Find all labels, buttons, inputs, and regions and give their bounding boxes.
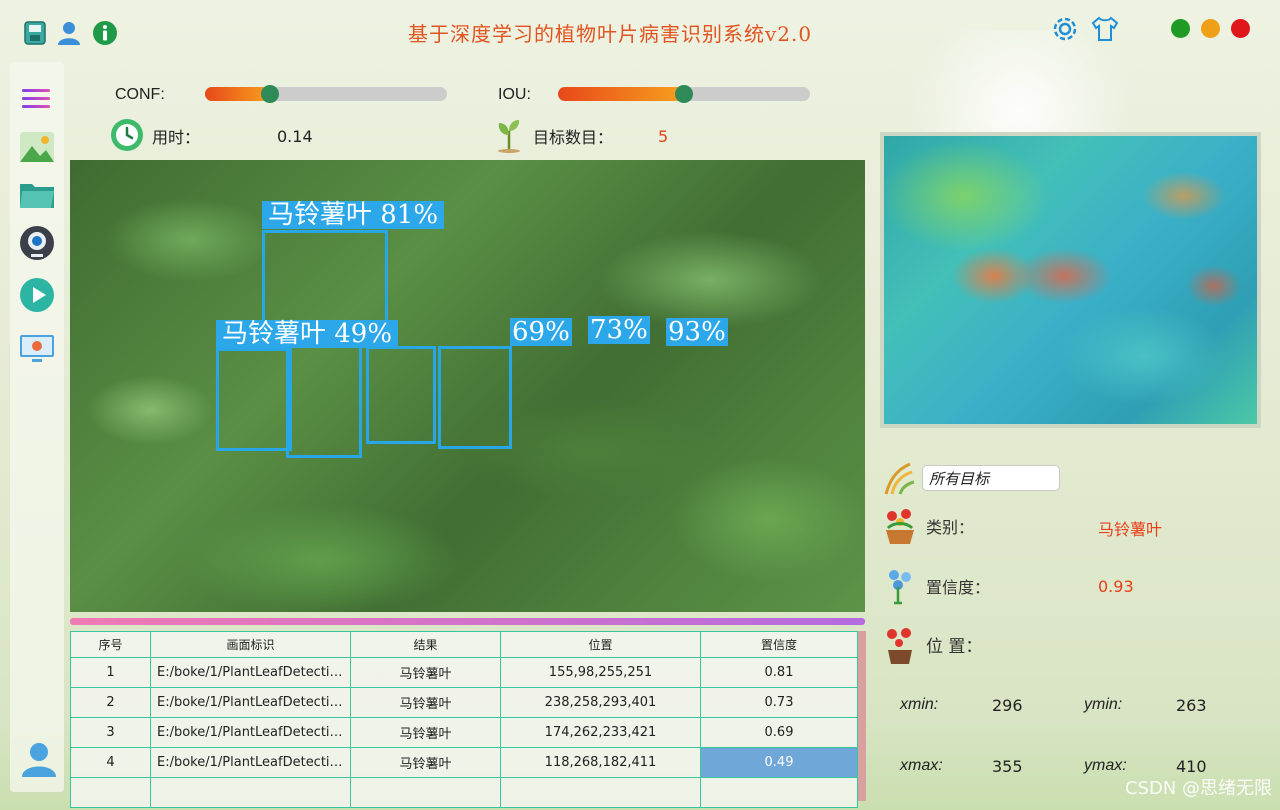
table-cell[interactable]: E:/boke/1/PlantLeafDetectio... [150,657,351,688]
folder-icon[interactable] [18,176,56,214]
table-row[interactable] [70,777,858,808]
settings-icon[interactable] [1050,14,1080,44]
table-cell[interactable]: E:/boke/1/PlantLeafDetectio... [150,717,351,748]
table-cell-selected[interactable]: 0.49 [700,747,858,778]
iou-slider[interactable] [558,85,810,103]
user-icon[interactable] [56,20,82,46]
xmax-label: xmax: [900,757,943,774]
user-avatar-icon[interactable] [20,740,58,778]
time-label: 用时： [152,130,201,147]
column-header[interactable]: 画面标识 [150,631,351,658]
table-cell[interactable]: E:/boke/1/PlantLeafDetectio... [150,747,351,778]
target-select[interactable]: 所有目标 [922,465,1060,491]
table-cell[interactable]: 1 [70,657,151,688]
conf-slider[interactable] [205,85,447,103]
table-cell[interactable]: E:/boke/1/PlantLeafDetectio... [150,687,351,718]
table-cell[interactable] [150,777,351,808]
count-label: 目标数目： [533,130,614,147]
detection-box [438,346,512,449]
ymin-label: ymin: [1084,696,1123,713]
time-value: 0.14 [277,127,313,146]
confidence-value: 0.93 [1098,577,1134,596]
flowerpot-icon [886,509,914,544]
camera-icon[interactable] [18,224,56,262]
table-cell[interactable]: 174,262,233,421 [500,717,701,748]
detection-label: 73% [588,315,650,345]
table-cell[interactable]: 155,98,255,251 [500,657,701,688]
xmin-value: 296 [992,696,1023,715]
menu-icon[interactable] [18,80,54,118]
clock-icon [111,119,143,151]
sidebar [10,62,64,792]
divider-bar [70,618,865,625]
table-cell[interactable]: 0.69 [700,717,858,748]
table-cell[interactable]: 马铃薯叶 [350,747,501,778]
table-cell[interactable] [70,777,151,808]
detection-label: 马铃薯叶 49% [216,320,399,348]
detection-box [366,346,436,444]
table-scrollbar[interactable] [857,631,866,801]
model-icon[interactable] [18,330,56,368]
table-row[interactable]: 3 E:/boke/1/PlantLeafDetectio... 马铃薯叶 17… [70,717,858,748]
table-cell[interactable]: 4 [70,747,151,778]
heatmap-image [880,132,1261,428]
detection-box [216,348,292,451]
detection-image[interactable]: 马铃薯叶 81% 马铃薯叶 49% 69% 73% 93% [70,160,865,612]
play-icon[interactable] [18,276,56,314]
class-label: 类别： [926,518,975,537]
table-row[interactable]: 2 E:/boke/1/PlantLeafDetectio... 马铃薯叶 23… [70,687,858,718]
maximize-button[interactable] [1171,19,1190,38]
info-icon[interactable] [92,20,118,46]
detection-label: 93% [666,317,728,347]
detection-label: 69% [510,317,572,347]
column-header[interactable]: 序号 [70,631,151,658]
results-table: 序号 画面标识 结果 位置 置信度 1 E:/boke/1/PlantLeafD… [70,631,858,808]
table-cell[interactable]: 马铃薯叶 [350,687,501,718]
column-header[interactable]: 位置 [500,631,701,658]
table-row[interactable]: 4 E:/boke/1/PlantLeafDetectio... 马铃薯叶 11… [70,747,858,778]
xmin-label: xmin: [900,696,939,713]
save-icon[interactable] [22,20,48,46]
close-button[interactable] [1231,19,1250,38]
xmax-value: 355 [992,757,1023,776]
table-cell[interactable] [500,777,701,808]
position-label: 位 置： [926,637,983,657]
conf-slider-handle[interactable] [261,85,280,103]
confidence-label: 置信度： [926,578,991,597]
table-cell[interactable]: 马铃薯叶 [350,717,501,748]
sprout-icon [498,120,520,153]
table-cell[interactable] [700,777,858,808]
table-cell[interactable]: 118,268,182,411 [500,747,701,778]
ymax-label: ymax: [1084,757,1127,774]
class-value: 马铃薯叶 [1098,520,1163,539]
app-title: 基于深度学习的植物叶片病害识别系统v2.0 [408,22,813,46]
column-header[interactable]: 结果 [350,631,501,658]
table-cell[interactable]: 0.73 [700,687,858,718]
table-cell[interactable]: 2 [70,687,151,718]
detection-box [286,345,362,458]
table-header-row: 序号 画面标识 结果 位置 置信度 [70,631,858,658]
table-cell[interactable]: 3 [70,717,151,748]
table-row[interactable]: 1 E:/boke/1/PlantLeafDetectio... 马铃薯叶 15… [70,657,858,688]
table-cell[interactable]: 0.81 [700,657,858,688]
ymin-value: 263 [1176,696,1207,715]
skin-icon[interactable] [1090,14,1120,44]
table-cell[interactable]: 马铃薯叶 [350,657,501,688]
iou-slider-fill [558,87,684,101]
conf-label: CONF: [115,86,165,103]
minimize-button[interactable] [1201,19,1220,38]
blue-flower-icon [889,570,911,605]
column-header[interactable]: 置信度 [700,631,858,658]
iou-label: IOU: [498,86,531,103]
count-value: 5 [658,127,669,146]
detection-label: 马铃薯叶 81% [262,201,445,229]
strawberry-pot-icon [887,628,912,664]
table-cell[interactable]: 238,258,293,401 [500,687,701,718]
wheat-icon [884,462,915,495]
table-cell[interactable] [350,777,501,808]
watermark: CSDN @思绪无限 [1124,778,1272,799]
image-icon[interactable] [18,128,56,166]
iou-slider-handle[interactable] [675,85,693,103]
